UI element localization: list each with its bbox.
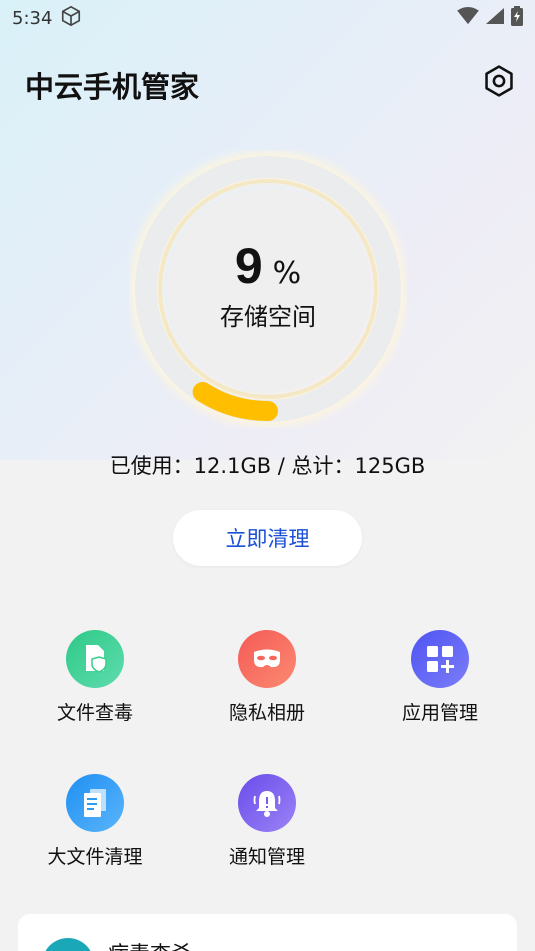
- tool-private-album[interactable]: 隐私相册: [192, 630, 342, 725]
- storage-label: 存储空间: [220, 302, 316, 331]
- file-shield-icon: [66, 630, 124, 688]
- tool-large-file-cleanup[interactable]: 大文件清理: [20, 774, 170, 869]
- tool-notification-manager[interactable]: 通知管理: [192, 774, 342, 869]
- tool-label: 隐私相册: [228, 702, 305, 724]
- status-bar: 5:34: [0, 0, 535, 36]
- signal-icon: [485, 7, 505, 30]
- status-time: 5:34: [12, 7, 53, 29]
- settings-button[interactable]: [480, 64, 518, 102]
- virus-scan-card-title: 病毒查杀: [108, 938, 192, 951]
- clean-now-button[interactable]: 立即清理: [173, 510, 362, 566]
- virus-scan-card-icon: [42, 938, 94, 951]
- tool-app-manager[interactable]: 应用管理: [365, 630, 515, 725]
- percent-row: 9 %: [235, 237, 301, 295]
- wifi-icon: [457, 6, 479, 30]
- tool-label: 大文件清理: [47, 846, 143, 868]
- document-icon: [66, 774, 124, 832]
- storage-usage-text: 已使用：12.1GB / 总计：125GB: [109, 454, 426, 478]
- ring-center: 9 % 存储空间: [129, 150, 407, 428]
- percent-sign: %: [272, 255, 302, 291]
- tool-label: 应用管理: [401, 702, 478, 724]
- mask-icon: [238, 630, 296, 688]
- app-grid-icon: [411, 630, 469, 688]
- app-title: 中云手机管家: [25, 70, 200, 104]
- storage-ring: 9 % 存储空间: [129, 150, 407, 428]
- tool-label: 文件查毒: [56, 702, 133, 724]
- cube-icon: [60, 5, 82, 32]
- tool-label: 通知管理: [228, 846, 305, 868]
- virus-scan-card[interactable]: 病毒查杀: [18, 914, 517, 951]
- battery-icon: [511, 5, 523, 31]
- tool-file-virus-scan[interactable]: 文件查毒: [20, 630, 170, 725]
- gear-icon: [482, 64, 516, 102]
- bell-icon: [238, 774, 296, 832]
- percent-value: 9: [234, 237, 263, 294]
